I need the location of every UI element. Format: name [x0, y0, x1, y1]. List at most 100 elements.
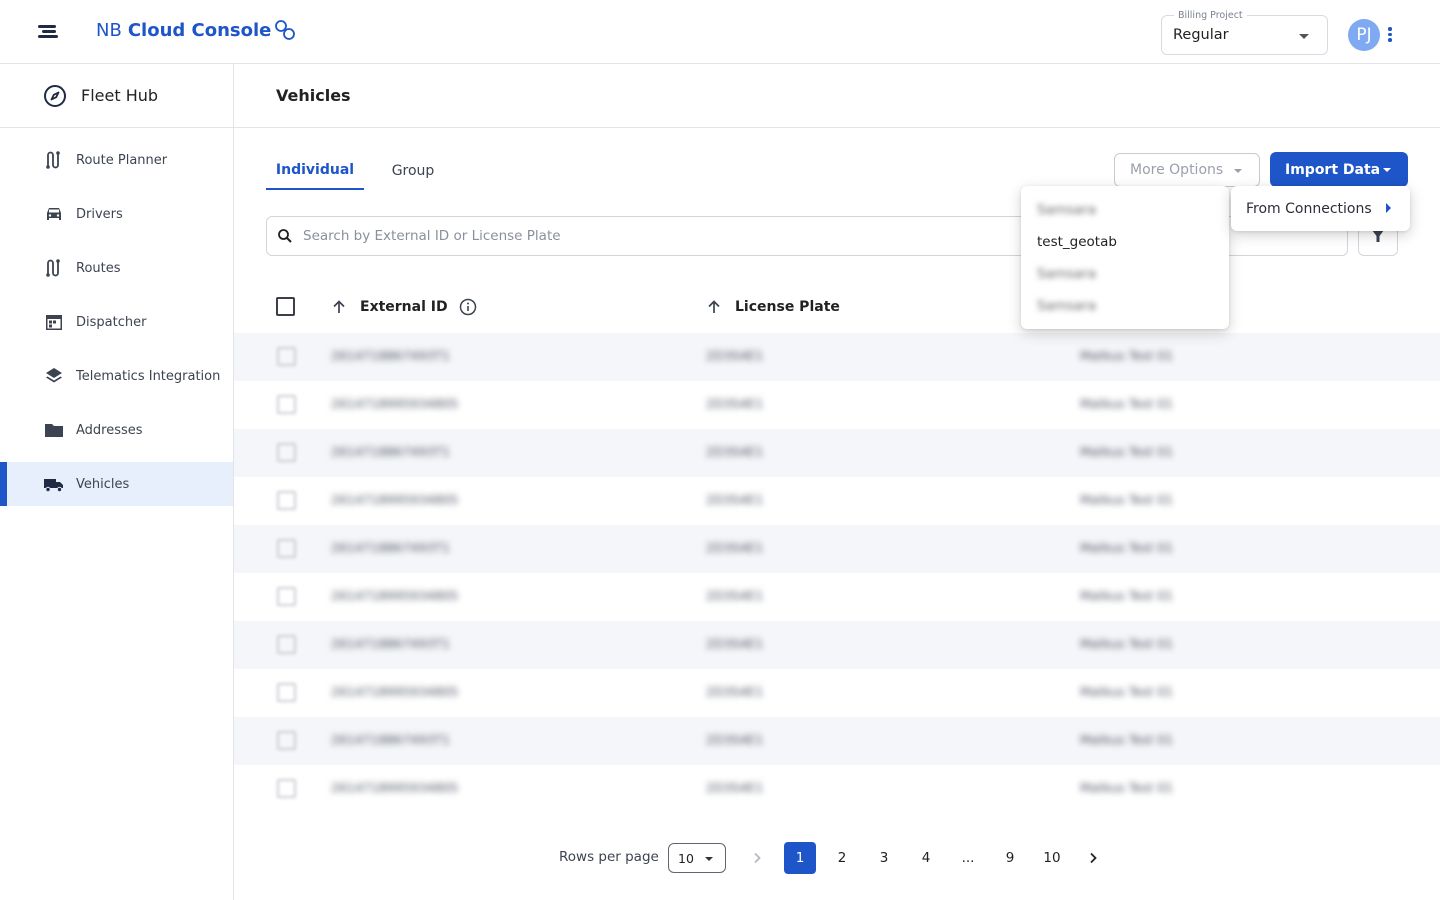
sidebar-item-addresses[interactable]: Addresses [0, 408, 233, 452]
page-button-1[interactable]: 1 [784, 842, 816, 874]
rows-per-page-label: Rows per page [559, 849, 659, 865]
cell-external-id: 2614718867493T1 [331, 348, 450, 363]
cell-external-id: 2614718867493T1 [331, 444, 450, 459]
cell-license-plate: 2D3S4E1 [706, 348, 764, 363]
cell-connection: Matkus Test 01 [1080, 684, 1174, 699]
row-checkbox[interactable] [277, 539, 296, 558]
connection-option[interactable]: Samsara [1037, 266, 1096, 282]
logo-link-icon [275, 20, 296, 40]
table-row[interactable]: 2614718995934805 2D3S4E1 Matkus Test 01 [234, 669, 1440, 717]
cell-external-id: 2614718995934805 [331, 684, 459, 699]
row-checkbox[interactable] [277, 683, 296, 702]
connection-option-test-geotab[interactable]: test_geotab [1037, 234, 1117, 250]
sidebar-item-label: Dispatcher [76, 314, 147, 330]
table-row[interactable]: 2614718867493T1 2D3S4E1 Matkus Test 01 [234, 429, 1440, 477]
avatar[interactable]: PJ [1348, 19, 1380, 51]
billing-project-label: Billing Project [1174, 10, 1247, 21]
caret-right-icon [1386, 203, 1391, 213]
fleet-hub-header[interactable]: Fleet Hub [0, 64, 233, 128]
tab-individual[interactable]: Individual [266, 152, 364, 190]
row-checkbox[interactable] [277, 443, 296, 462]
row-checkbox[interactable] [277, 587, 296, 606]
row-checkbox[interactable] [277, 395, 296, 414]
more-options-button[interactable]: More Options [1114, 153, 1260, 187]
route-icon [43, 257, 65, 279]
billing-project-select[interactable]: Billing Project Regular [1161, 10, 1328, 55]
connection-option[interactable]: Samsara [1037, 202, 1096, 218]
chevron-down-icon [1299, 34, 1309, 39]
row-checkbox[interactable] [277, 731, 296, 750]
row-checkbox[interactable] [277, 635, 296, 654]
more-vert-icon[interactable] [1387, 27, 1393, 43]
cell-external-id: 2614718995934805 [331, 780, 459, 795]
cell-external-id: 2614718867493T1 [331, 636, 450, 651]
cell-connection: Matkus Test 01 [1080, 444, 1174, 459]
select-all-checkbox[interactable] [276, 297, 295, 316]
arrow-up-icon[interactable] [331, 299, 347, 315]
folder-icon [43, 419, 65, 441]
arrow-up-icon[interactable] [706, 299, 722, 315]
table-row[interactable]: 2614718995934805 2D3S4E1 Matkus Test 01 [234, 477, 1440, 525]
page-button-3[interactable]: 3 [868, 842, 900, 874]
rows-per-page-value: 10 [678, 850, 694, 866]
page-button-2[interactable]: 2 [826, 842, 858, 874]
info-icon[interactable] [459, 298, 477, 316]
rows-per-page-select[interactable]: 10 [668, 843, 726, 873]
sidebar-item-route-planner[interactable]: Route Planner [0, 138, 233, 182]
cell-license-plate: 2D3S4E1 [706, 684, 764, 699]
more-options-label: More Options [1130, 162, 1224, 178]
cell-license-plate: 2D3S4E1 [706, 396, 764, 411]
page-button-10[interactable]: 10 [1036, 842, 1068, 874]
cell-license-plate: 2D3S4E1 [706, 444, 764, 459]
hamburger-menu-icon[interactable] [36, 22, 60, 42]
sidebar-item-telematics-integration[interactable]: Telematics Integration [0, 354, 233, 398]
sidebar-item-label: Drivers [76, 206, 123, 222]
search-icon [278, 229, 292, 243]
table-row[interactable]: 2614718867493T1 2D3S4E1 Matkus Test 01 [234, 717, 1440, 765]
search-input[interactable] [303, 226, 1003, 246]
cell-external-id: 2614718995934805 [331, 588, 459, 603]
cell-connection: Matkus Test 01 [1080, 396, 1174, 411]
page-button-9[interactable]: 9 [994, 842, 1026, 874]
brand-prefix: NB [96, 19, 122, 41]
table-row[interactable]: 2614718867493T1 2D3S4E1 Matkus Test 01 [234, 333, 1440, 381]
cell-connection: Matkus Test 01 [1080, 636, 1174, 651]
cell-connection: Matkus Test 01 [1080, 732, 1174, 747]
compass-icon [44, 84, 66, 107]
import-data-menu-item-from-connections[interactable]: From Connections [1231, 186, 1410, 231]
row-checkbox[interactable] [277, 491, 296, 510]
chevron-down-icon [705, 857, 713, 861]
fleet-hub-title: Fleet Hub [81, 86, 159, 105]
table-row[interactable]: 2614718995934805 2D3S4E1 Matkus Test 01 [234, 573, 1440, 621]
column-header-label: License Plate [735, 299, 840, 315]
column-header-label: External ID [360, 299, 448, 315]
sidebar-item-drivers[interactable]: Drivers [0, 192, 233, 236]
row-checkbox[interactable] [277, 347, 296, 366]
import-data-button[interactable]: Import Data [1270, 152, 1408, 187]
sidebar-item-routes[interactable]: Routes [0, 246, 233, 290]
cell-license-plate: 2D3S4E1 [706, 492, 764, 507]
table-row[interactable]: 2614718867493T1 2D3S4E1 Matkus Test 01 [234, 525, 1440, 573]
table-row[interactable]: 2614718995934805 2D3S4E1 Matkus Test 01 [234, 381, 1440, 429]
column-header-external-id[interactable]: External ID [331, 296, 477, 318]
connections-submenu: Samsara test_geotab Samsara Samsara [1021, 186, 1229, 329]
row-checkbox[interactable] [277, 779, 296, 798]
table-row[interactable]: 2614718995934805 2D3S4E1 Matkus Test 01 [234, 765, 1440, 813]
sidebar-item-dispatcher[interactable]: Dispatcher [0, 300, 233, 344]
connection-option[interactable]: Samsara [1037, 298, 1096, 314]
cell-connection: Matkus Test 01 [1080, 348, 1174, 363]
page-title: Vehicles [276, 86, 351, 105]
prev-page-button[interactable] [741, 842, 773, 874]
app-logo[interactable]: NB Cloud Console [96, 19, 296, 41]
column-header-license-plate[interactable]: License Plate [706, 296, 840, 318]
chevron-down-icon [1383, 168, 1391, 172]
import-data-label: Import Data [1285, 161, 1381, 178]
tab-group[interactable]: Group [372, 152, 454, 190]
sidebar-item-vehicles[interactable]: Vehicles [0, 462, 233, 506]
cell-external-id: 2614718867493T1 [331, 540, 450, 555]
cell-connection: Matkus Test 01 [1080, 780, 1174, 795]
table-row[interactable]: 2614718867493T1 2D3S4E1 Matkus Test 01 [234, 621, 1440, 669]
cell-license-plate: 2D3S4E1 [706, 540, 764, 555]
next-page-button[interactable] [1077, 842, 1109, 874]
page-button-4[interactable]: 4 [910, 842, 942, 874]
